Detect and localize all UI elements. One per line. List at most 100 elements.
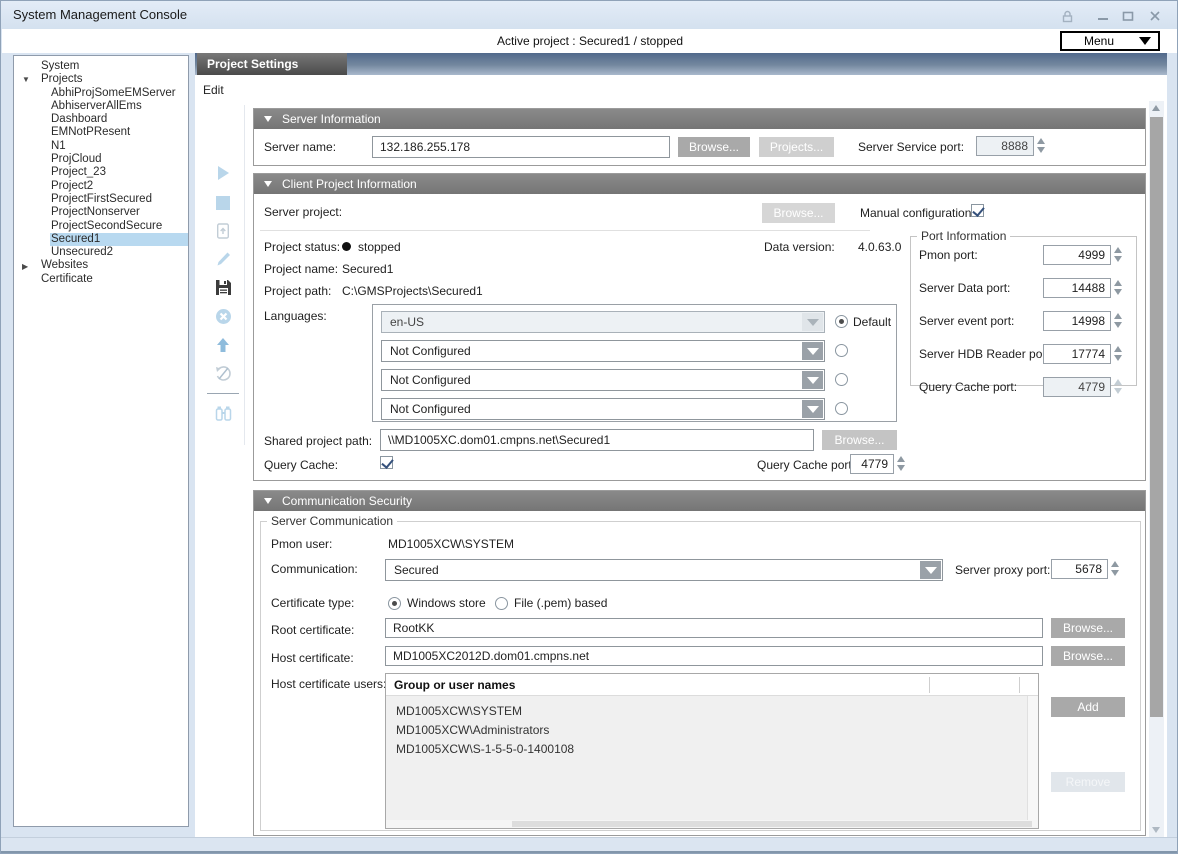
rename-icon[interactable]: [213, 249, 233, 269]
project-path-value: C:\GMSProjects\Secured1: [342, 284, 483, 298]
tree-item[interactable]: ProjectNonserver: [14, 206, 188, 219]
spinner-arrows-icon[interactable]: [1114, 346, 1123, 362]
edit-menu[interactable]: Edit: [203, 83, 224, 97]
language-dropdown-1[interactable]: en-US: [381, 311, 825, 333]
cancel-icon[interactable]: [213, 306, 233, 326]
project-path-label: Project path:: [264, 284, 331, 298]
default-language-radio-1[interactable]: [835, 315, 848, 328]
projects-button[interactable]: Projects...: [759, 137, 834, 157]
scroll-up-icon[interactable]: [1152, 105, 1160, 111]
tree-item[interactable]: Certificate: [14, 273, 188, 286]
section-title: Client Project Information: [282, 177, 417, 191]
spinner-arrows-icon[interactable]: [1114, 247, 1123, 263]
client-project-header[interactable]: Client Project Information: [254, 174, 1145, 194]
restore-icon[interactable]: [213, 221, 233, 241]
tree-item[interactable]: Unsecured2: [14, 246, 188, 259]
port-rows: Pmon port: 4999 Server Data port: 14488 …: [911, 245, 1136, 402]
tab-project-settings[interactable]: Project Settings: [197, 53, 347, 75]
tree-item[interactable]: ProjCloud: [14, 153, 188, 166]
tree-item[interactable]: Dashboard: [14, 113, 188, 126]
spinner-arrows-icon[interactable]: [897, 456, 906, 472]
communication-dropdown[interactable]: Secured: [385, 559, 943, 581]
language-dropdown-2[interactable]: Not Configured: [381, 340, 825, 362]
users-list-horizontal-scrollbar[interactable]: [386, 820, 1038, 828]
port-spinner[interactable]: 14488: [1043, 278, 1111, 298]
server-name-input[interactable]: 132.186.255.178: [372, 136, 670, 158]
maximize-icon[interactable]: [1118, 9, 1138, 23]
default-language-radio-2[interactable]: [835, 344, 848, 357]
server-project-browse-button[interactable]: Browse...: [762, 203, 835, 223]
tree-item[interactable]: AbhiProjSomeEMServer: [14, 87, 188, 100]
query-cache-port-spinner[interactable]: 4779: [850, 454, 894, 474]
query-cache-checkbox[interactable]: [380, 456, 393, 469]
communication-security-header[interactable]: Communication Security: [254, 491, 1145, 511]
shared-path-input[interactable]: \\MD1005XC.dom01.cmpns.net\Secured1: [380, 429, 814, 451]
add-button[interactable]: Add: [1051, 697, 1125, 717]
service-port-spinner[interactable]: 8888: [976, 136, 1034, 156]
tree-item[interactable]: Secured1: [14, 233, 188, 246]
root-cert-browse-button[interactable]: Browse...: [1051, 618, 1125, 638]
start-icon[interactable]: [213, 163, 233, 183]
windows-store-radio[interactable]: [388, 597, 401, 610]
pem-file-radio[interactable]: [495, 597, 508, 610]
tree-expander-icon[interactable]: ▶: [22, 262, 40, 271]
host-cert-browse-button[interactable]: Browse...: [1051, 646, 1125, 666]
scrollbar-thumb[interactable]: [512, 821, 1032, 827]
close-icon[interactable]: [1145, 9, 1165, 23]
stop-icon[interactable]: [213, 193, 233, 213]
menu-dropdown[interactable]: Menu: [1060, 31, 1160, 51]
shared-path-browse-button[interactable]: Browse...: [822, 430, 897, 450]
port-spinner[interactable]: 14998: [1043, 311, 1111, 331]
language-dropdown-3[interactable]: Not Configured: [381, 369, 825, 391]
chevron-down-icon[interactable]: [802, 400, 823, 418]
spinner-arrows-icon[interactable]: [1037, 138, 1046, 154]
spinner-arrows-icon[interactable]: [1114, 313, 1123, 329]
tree-item[interactable]: ProjectSecondSecure: [14, 220, 188, 233]
tree-item[interactable]: EMNotPResent: [14, 126, 188, 139]
compare-icon[interactable]: [213, 403, 233, 423]
default-language-radio-4[interactable]: [835, 402, 848, 415]
users-list-header[interactable]: Group or user names: [386, 674, 1038, 696]
root-cert-input[interactable]: RootKK: [385, 618, 1043, 638]
spinner-arrows-icon[interactable]: [1111, 561, 1120, 577]
tree-item[interactable]: Project2: [14, 180, 188, 193]
tree-item[interactable]: Project_23: [14, 166, 188, 179]
main-vertical-scrollbar[interactable]: [1149, 101, 1164, 837]
users-list-vertical-scrollbar[interactable]: [1027, 696, 1038, 820]
user-row[interactable]: MD1005XCW\S-1-5-5-0-1400108: [386, 740, 1038, 759]
manual-config-checkbox[interactable]: [971, 204, 984, 217]
user-row[interactable]: MD1005XCW\Administrators: [386, 721, 1038, 740]
upgrade-icon[interactable]: [213, 335, 233, 355]
user-row[interactable]: MD1005XCW\SYSTEM: [386, 702, 1038, 721]
history-icon[interactable]: [213, 363, 233, 383]
tree-item[interactable]: N1: [14, 140, 188, 153]
spinner-arrows-icon[interactable]: [1114, 379, 1123, 395]
tree-item[interactable]: System: [14, 60, 188, 73]
spinner-arrows-icon[interactable]: [1114, 280, 1123, 296]
remove-button[interactable]: Remove: [1051, 772, 1125, 792]
chevron-down-icon[interactable]: [802, 371, 823, 389]
default-language-radio-3[interactable]: [835, 373, 848, 386]
port-spinner[interactable]: 4779: [1043, 377, 1111, 397]
scroll-down-icon[interactable]: [1152, 827, 1160, 833]
tree-item[interactable]: ▼ Projects: [14, 73, 188, 86]
server-browse-button[interactable]: Browse...: [678, 137, 750, 157]
tree-item[interactable]: AbhiserverAllEms: [14, 100, 188, 113]
chevron-down-icon[interactable]: [802, 342, 823, 360]
scrollbar-thumb[interactable]: [1150, 117, 1163, 717]
save-icon[interactable]: [213, 277, 233, 297]
tree-item[interactable]: ProjectFirstSecured: [14, 193, 188, 206]
tree-item[interactable]: ▶ Websites: [14, 259, 188, 272]
minimize-icon[interactable]: [1093, 9, 1113, 23]
column-divider: [1019, 677, 1020, 693]
server-information-header[interactable]: Server Information: [254, 109, 1145, 129]
language-dropdown-4[interactable]: Not Configured: [381, 398, 825, 420]
chevron-down-icon[interactable]: [802, 313, 823, 331]
host-cert-input[interactable]: MD1005XC2012D.dom01.cmpns.net: [385, 646, 1043, 666]
port-spinner[interactable]: 17774: [1043, 344, 1111, 364]
tree-expander-icon[interactable]: ▼: [22, 75, 40, 84]
port-spinner[interactable]: 4999: [1043, 245, 1111, 265]
proxy-port-spinner[interactable]: 5678: [1051, 559, 1108, 579]
proxy-port-label: Server proxy port:: [955, 563, 1050, 577]
chevron-down-icon[interactable]: [920, 561, 941, 579]
